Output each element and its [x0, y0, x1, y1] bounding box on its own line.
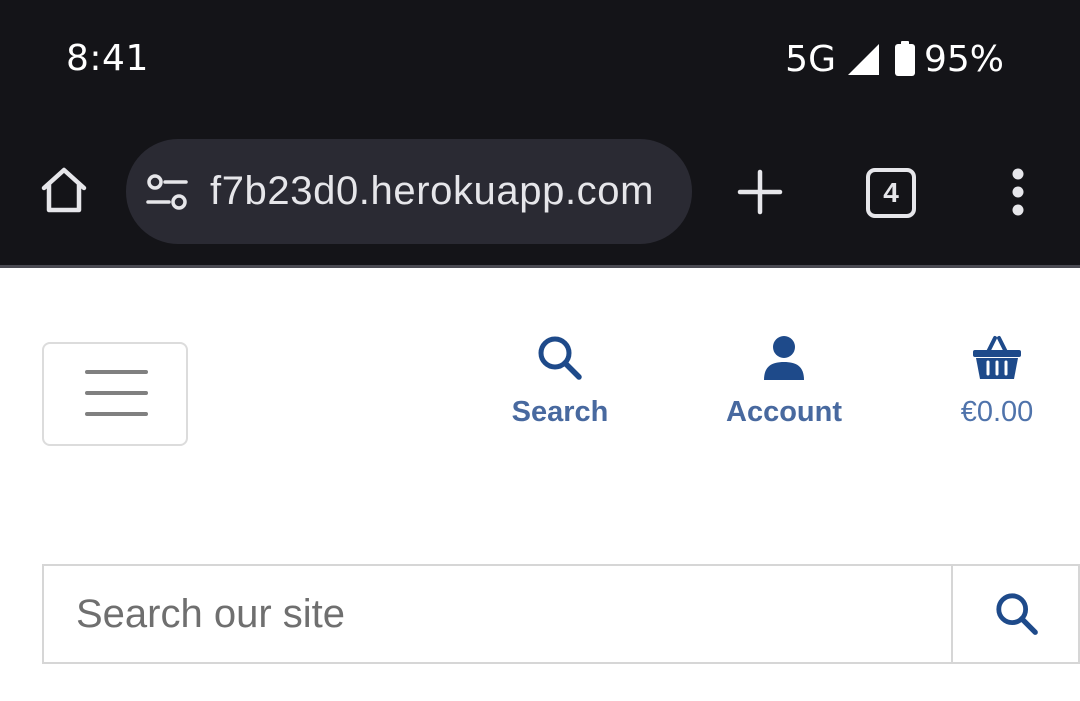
hamburger-line [85, 412, 148, 416]
site-search-input[interactable] [44, 566, 951, 662]
header-search-label: Search [511, 396, 609, 428]
basket-icon [973, 336, 1021, 379]
person-icon [764, 336, 804, 380]
network-type: 5G [785, 38, 836, 80]
status-indicators: 5G 95% [785, 38, 1004, 80]
search-icon [995, 593, 1038, 635]
header-account-link[interactable]: Account [714, 330, 854, 440]
status-bar: 8:41 5G 95% [0, 0, 1080, 120]
battery-icon [894, 41, 916, 77]
new-tab-button[interactable] [736, 168, 784, 216]
plus-icon [737, 169, 783, 215]
signal-icon [846, 42, 880, 76]
more-vert-icon [1012, 168, 1024, 216]
hamburger-line [85, 370, 148, 374]
browser-toolbar: f7b23d0.herokuapp.com 4 [0, 120, 1080, 266]
toolbar-divider [0, 265, 1080, 268]
home-button[interactable] [38, 164, 90, 216]
url-text[interactable]: f7b23d0.herokuapp.com [210, 169, 654, 214]
cart-total: €0.00 [960, 396, 1034, 428]
tab-count: 4 [883, 177, 899, 208]
home-icon [41, 167, 87, 213]
header-search-link[interactable]: Search [500, 330, 620, 440]
tab-switcher-button[interactable]: 4 [866, 168, 916, 218]
menu-toggle-button[interactable] [42, 342, 188, 446]
site-search-form [42, 564, 1080, 664]
more-menu-button[interactable] [1004, 164, 1032, 224]
search-icon [538, 336, 582, 380]
header-account-label: Account [726, 396, 842, 428]
header-cart-link[interactable]: €0.00 [944, 330, 1050, 440]
site-settings-icon[interactable] [146, 173, 188, 211]
status-time: 8:41 [66, 38, 149, 79]
hamburger-line [85, 391, 148, 395]
url-bar[interactable]: f7b23d0.herokuapp.com [126, 139, 692, 244]
battery-level: 95% [923, 38, 1004, 80]
site-search-submit-button[interactable] [951, 566, 1080, 662]
